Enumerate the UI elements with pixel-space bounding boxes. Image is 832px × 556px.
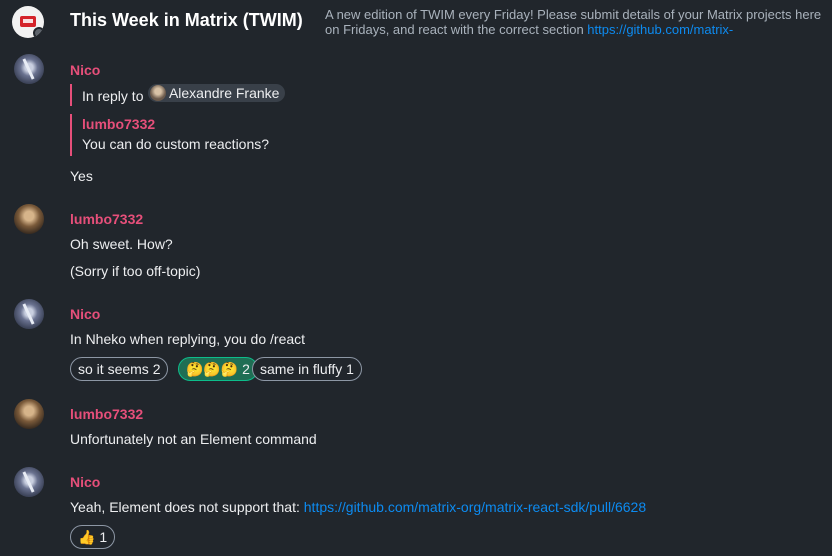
- avatar[interactable]: [14, 399, 44, 429]
- room-topic: A new edition of TWIM every Friday! Plea…: [325, 7, 825, 37]
- reply-user-name: Alexandre Franke: [168, 85, 280, 101]
- reply-quote[interactable]: lumbo7332 You can do custom reactions?: [70, 114, 269, 156]
- message-body: Yeah, Element does not support that: htt…: [70, 499, 646, 515]
- message-body: In Nheko when replying, you do /react: [70, 331, 306, 347]
- reply-prefix: In reply to: [82, 88, 144, 104]
- avatar: [149, 85, 166, 101]
- avatar[interactable]: [14, 54, 44, 84]
- quoted-sender: lumbo7332: [82, 116, 156, 132]
- sender-name[interactable]: lumbo7332: [70, 211, 143, 227]
- reaction-pill[interactable]: 👍 1: [70, 525, 116, 549]
- reply-user-pill[interactable]: Alexandre Franke: [147, 84, 286, 102]
- room-avatar[interactable]: [12, 6, 44, 38]
- sender-name[interactable]: Nico: [70, 62, 100, 78]
- reaction-pill[interactable]: same in fluffy 1: [252, 357, 362, 381]
- sender-name[interactable]: Nico: [70, 474, 100, 490]
- room-name[interactable]: This Week in Matrix (TWIM): [70, 10, 303, 31]
- avatar[interactable]: [14, 299, 44, 329]
- sender-name[interactable]: Nico: [70, 306, 100, 322]
- message-body: Oh sweet. How?: [70, 236, 173, 252]
- room-topic-link[interactable]: https://github.com/matrix-: [587, 22, 733, 37]
- reply-quote-header[interactable]: In reply to Alexandre Franke: [70, 84, 286, 106]
- quoted-text: You can do custom reactions?: [82, 136, 270, 152]
- message-body: Yes: [70, 168, 93, 184]
- message-link[interactable]: https://github.com/matrix-org/matrix-rea…: [304, 499, 646, 515]
- tv-icon: [20, 16, 36, 27]
- message-body: Unfortunately not an Element command: [70, 431, 317, 447]
- message-body-prefix: Yeah, Element does not support that:: [70, 499, 304, 515]
- sender-name[interactable]: lumbo7332: [70, 406, 143, 422]
- room-header: This Week in Matrix (TWIM) A new edition…: [0, 0, 832, 46]
- message-body: (Sorry if too off-topic): [70, 263, 201, 279]
- reaction-pill[interactable]: 🤔🤔🤔 2: [178, 357, 258, 381]
- room-topic-text: A new edition of TWIM every Friday! Plea…: [325, 7, 822, 37]
- avatar[interactable]: [14, 467, 44, 497]
- avatar[interactable]: [14, 204, 44, 234]
- reaction-pill[interactable]: so it seems 2: [70, 357, 169, 381]
- room-badge-icon: [33, 27, 44, 38]
